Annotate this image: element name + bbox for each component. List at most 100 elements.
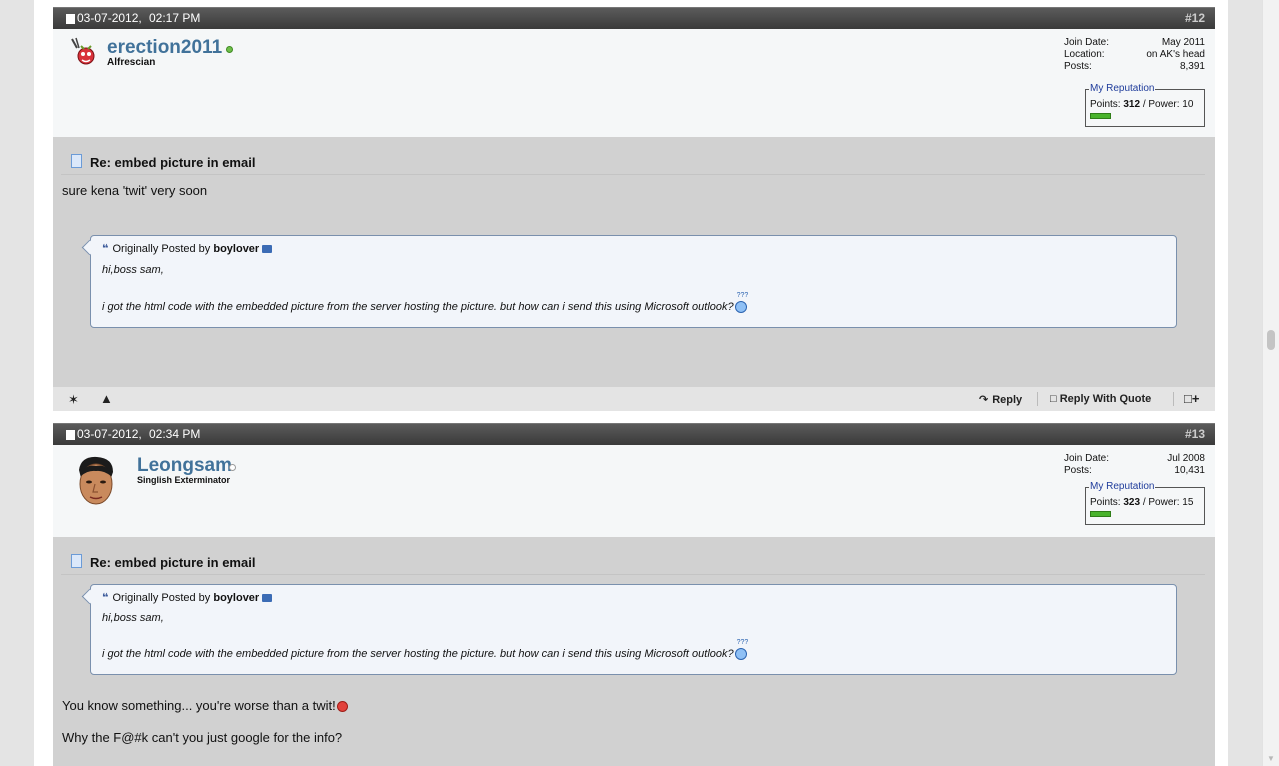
post-date: 03-07-2012,: [77, 427, 142, 441]
footer-divider: [1037, 392, 1038, 406]
scrollbar-track[interactable]: [1262, 0, 1279, 766]
offline-dot-icon: [229, 464, 236, 471]
stat-value: 10,431: [1174, 465, 1205, 476]
emoticon-text: ???: [736, 639, 749, 647]
user-title: Singlish Exterminator: [137, 475, 231, 485]
post-number-link[interactable]: #13: [1185, 424, 1205, 445]
stat-label: Posts:: [1064, 465, 1092, 476]
points-value: 312: [1123, 99, 1141, 110]
post-title-text: Re: embed picture in email: [90, 555, 256, 570]
quote-line-text: i got the html code with the embedded pi…: [102, 301, 734, 313]
post-message: You know something... you're worse than …: [62, 698, 348, 713]
footer-divider: [1173, 392, 1174, 406]
post-date: 03-07-2012,: [77, 11, 142, 25]
user-title: Alfrescian: [107, 57, 156, 68]
stat-label: Location:: [1064, 49, 1105, 60]
post-title-text: Re: embed picture in email: [90, 155, 256, 170]
quote-line: i got the html code with the embedded pi…: [102, 639, 748, 661]
page-icon: [71, 554, 82, 568]
post-message-text: You know something... you're worse than …: [62, 698, 336, 713]
reputation-box: My Reputation Points: 323 / Power: 15: [1085, 481, 1205, 525]
reputation-bar: [1090, 113, 1111, 119]
scroll-down-icon[interactable]: ▼: [1265, 754, 1277, 764]
online-dot-icon: [226, 46, 233, 53]
stat-label: Join Date:: [1064, 453, 1110, 464]
scrollbar-thumb[interactable]: [1267, 330, 1275, 350]
power-value: / Power: 15: [1142, 497, 1194, 508]
stat-value: May 2011: [1161, 37, 1205, 48]
username-link[interactable]: erection2011: [107, 37, 222, 59]
emoticon-text: ???: [736, 292, 749, 300]
quote-box: ❝ Originally Posted by boylover hi,boss s…: [81, 584, 1177, 675]
reply-button[interactable]: ↷ Reply: [979, 393, 1022, 406]
reputation-box: My Reputation Points: 312 / Power: 10: [1085, 83, 1205, 127]
user-stats: Join Date: Jul 2008 Posts: 10,431: [1064, 453, 1205, 477]
post-message: sure kena 'twit' very soon: [62, 183, 208, 198]
post-time: 02:34 PM: [149, 427, 201, 441]
post-message: Why the F@#k can't you just google for t…: [62, 730, 343, 745]
post-footer: ✶ ▲ ↷ Reply □ Reply With Quote □+: [53, 387, 1215, 411]
warning-icon[interactable]: ▲: [100, 391, 113, 406]
view-post-icon[interactable]: [262, 245, 273, 254]
stat-label: Posts:: [1064, 61, 1092, 72]
quote-line: hi,boss sam,: [102, 612, 164, 624]
avatar[interactable]: [67, 36, 97, 68]
points-label: Points:: [1090, 99, 1121, 110]
post-header: 03-07-2012, 02:34 PM #13: [53, 423, 1215, 445]
confused-emoticon-icon: ???: [734, 639, 748, 661]
avatar[interactable]: [71, 452, 121, 512]
title-divider: [61, 174, 1205, 175]
stat-value: on AK's head: [1146, 49, 1205, 60]
quote-mark-icon: ❝: [102, 592, 109, 604]
stat-value: 8,391: [1179, 61, 1205, 72]
angry-emoticon-icon: [336, 701, 348, 713]
page-icon: [71, 154, 82, 168]
quote-tail: [81, 239, 98, 256]
stat-label: Join Date:: [1064, 37, 1110, 48]
quote-bubble-icon: □: [1050, 393, 1060, 405]
post-time: 02:17 PM: [149, 11, 201, 25]
user-stats: Join Date: May 2011 Location: on AK's head…: [1064, 37, 1205, 73]
quote-line-text: i got the html code with the embedded pi…: [102, 648, 734, 660]
reputation-points: Points: 312 / Power: 10: [1090, 99, 1193, 110]
post-12: 03-07-2012, 02:17 PM #12 erection2011 Al…: [53, 7, 1215, 411]
title-divider: [61, 574, 1205, 575]
reputation-legend: My Reputation: [1089, 83, 1156, 94]
reply-arrow-icon: ↷: [979, 394, 989, 406]
reputation-legend: My Reputation: [1089, 481, 1156, 492]
quote-box: ❝ Originally Posted by boylover hi,boss s…: [81, 235, 1177, 328]
post-13: 03-07-2012, 02:34 PM #13 Leongsam Singli…: [53, 423, 1215, 766]
reply-with-quote-button[interactable]: □ Reply With Quote: [1050, 393, 1151, 405]
points-value: 323: [1123, 497, 1141, 508]
post-header: 03-07-2012, 02:17 PM #12: [53, 7, 1215, 29]
user-info: Leongsam Singlish Exterminator Join Date…: [53, 445, 1215, 537]
reputation-points: Points: 323 / Power: 15: [1090, 497, 1193, 508]
points-label: Points:: [1090, 497, 1121, 508]
quote-author: boylover: [213, 243, 260, 255]
reputation-bar: [1090, 511, 1111, 517]
quote-tail: [81, 588, 98, 605]
multiquote-icon[interactable]: □+: [1184, 391, 1199, 406]
quote-author: boylover: [213, 592, 260, 604]
quote-header: ❝ Originally Posted by boylover: [102, 242, 273, 255]
reply-with-quote-label: Reply With Quote: [1059, 393, 1152, 405]
confused-emoticon-icon: ???: [734, 292, 748, 314]
quote-line: hi,boss sam,: [102, 264, 164, 276]
reply-label: Reply: [992, 394, 1023, 406]
power-value: / Power: 10: [1142, 99, 1194, 110]
quote-mark-icon: ❝: [102, 243, 109, 255]
quote-line: i got the html code with the embedded pi…: [102, 292, 748, 314]
originally-posted-by: Originally Posted by: [112, 243, 211, 255]
user-info: erection2011 Alfrescian Join Date: May 20…: [53, 29, 1215, 137]
post-content: Re: embed picture in email sure kena 'tw…: [53, 137, 1215, 387]
originally-posted-by: Originally Posted by: [112, 592, 211, 604]
stat-value: Jul 2008: [1167, 453, 1205, 464]
post-doc-icon: [66, 14, 75, 24]
quote-header: ❝ Originally Posted by boylover: [102, 591, 273, 604]
view-post-icon[interactable]: [262, 594, 273, 603]
post-doc-icon: [66, 430, 75, 440]
username-link[interactable]: Leongsam: [137, 455, 232, 477]
post-number-link[interactable]: #12: [1185, 8, 1205, 29]
star-icon[interactable]: ✶: [68, 392, 79, 408]
post-content: Re: embed picture in email ❝ Originally P…: [53, 537, 1215, 766]
